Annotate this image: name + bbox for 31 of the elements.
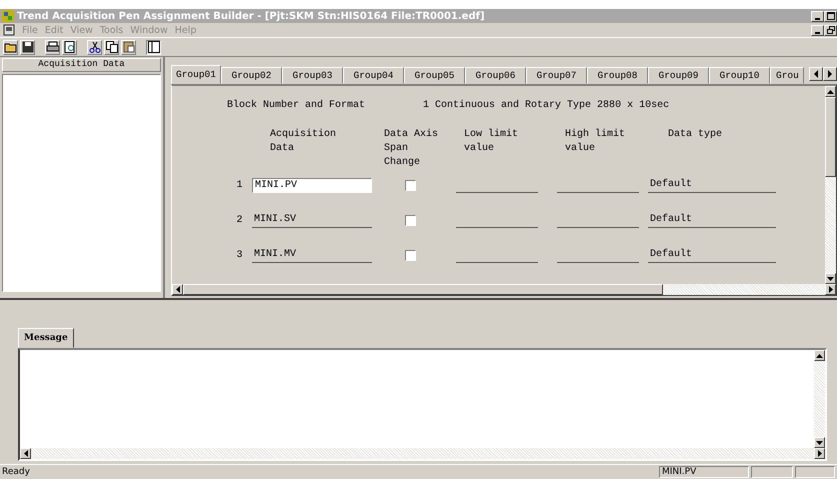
row-number: 2: [235, 215, 244, 226]
row-number: 1: [235, 180, 244, 191]
tab[interactable]: Group01: [171, 65, 221, 84]
status-pane: MINI.PV: [659, 466, 749, 478]
column-header: Data Axis Span Change: [383, 128, 440, 170]
tab[interactable]: Group04: [343, 67, 404, 84]
status-text: Ready: [1, 467, 31, 477]
tab[interactable]: Grou: [770, 67, 804, 84]
tab[interactable]: Group08: [587, 67, 648, 84]
tab[interactable]: Group09: [648, 67, 709, 84]
dropdown-field[interactable]: Default: [648, 178, 776, 193]
tab[interactable]: Group07: [526, 67, 587, 84]
input-field[interactable]: MINI.MV: [252, 248, 372, 263]
dropdown-field[interactable]: Default: [648, 213, 776, 228]
block-label: Block Number and Format: [227, 100, 366, 113]
column-header: Low limit value: [463, 128, 520, 156]
column-header: Acquisition Data: [2, 58, 161, 72]
window-title: Trend Acquisition Pen Assignment Builder - [Pjt:SKM Stn:HIS0164 File:TR0001.edf]: [17, 10, 485, 22]
row-number: 3: [235, 250, 244, 261]
column-header: High limit value: [564, 128, 626, 156]
input-field[interactable]: MINI.SV: [252, 213, 372, 228]
input-field[interactable]: MINI.PV: [252, 178, 372, 193]
tab[interactable]: Group10: [709, 67, 770, 84]
tab[interactable]: Group06: [465, 67, 526, 84]
tab[interactable]: Group02: [221, 67, 282, 84]
column-header: Data type: [667, 128, 724, 142]
column-header: Acquisition Data: [269, 128, 338, 156]
dropdown-field[interactable]: Default: [648, 248, 776, 263]
tab[interactable]: Group05: [404, 67, 465, 84]
tab[interactable]: Group03: [282, 67, 343, 84]
block-value: 1 Continuous and Rotary Type 2880 x 10sec: [423, 100, 670, 113]
